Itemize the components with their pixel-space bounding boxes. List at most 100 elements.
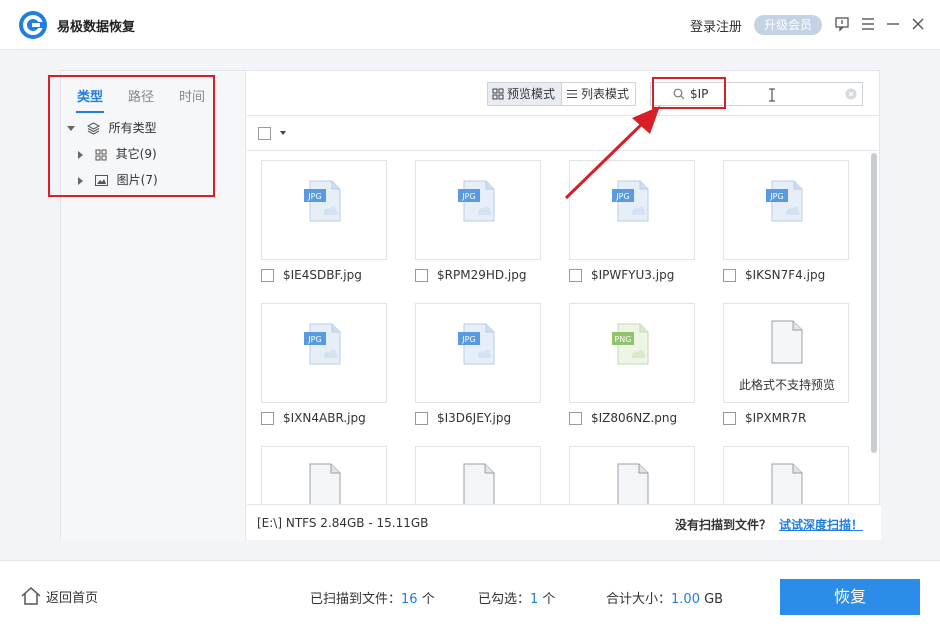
file-name: $IXN4ABR.jpg (283, 411, 366, 425)
menu-icon[interactable] (858, 14, 878, 34)
scanned-count: 已扫描到文件：16 个 (310, 588, 435, 607)
jpg-file-icon: JPG (458, 323, 495, 365)
minimize-icon[interactable] (883, 14, 903, 34)
size-value: 1.00 (671, 592, 700, 607)
preview-unsupported-text: 此格式不支持预览 (738, 378, 835, 392)
file-name: $IPWFYU3.jpg (591, 268, 675, 282)
home-icon (21, 586, 41, 605)
collapse-arrow-icon[interactable] (67, 126, 75, 131)
back-home-label: 返回首页 (46, 590, 99, 606)
checked-label: 已勾选： (478, 592, 531, 607)
expand-arrow-icon[interactable] (78, 150, 83, 159)
back-home-button[interactable]: 返回首页 (20, 585, 98, 607)
generic-file-icon (463, 463, 495, 504)
login-register-link[interactable]: 登录注册 (690, 16, 742, 35)
select-all-checkbox[interactable] (258, 127, 271, 140)
file-checkbox[interactable] (261, 268, 274, 282)
active-tab-indicator (76, 111, 104, 113)
file-checkbox[interactable] (723, 411, 736, 425)
select-dropdown-arrow-icon[interactable] (280, 131, 286, 135)
file-checkbox[interactable] (723, 268, 736, 282)
scanned-label: 已扫描到文件： (310, 592, 402, 607)
category-tabs: 类型 路径 时间 (61, 71, 246, 115)
jpg-file-icon: JPG (766, 180, 803, 222)
file-name: $IKSN7F4.jpg (745, 268, 826, 282)
tab-time[interactable]: 时间 (179, 86, 205, 105)
size-label: 合计大小： (606, 592, 672, 607)
file-thumbnail[interactable] (415, 446, 541, 504)
tab-path[interactable]: 路径 (128, 86, 154, 105)
file-thumbnail[interactable]: 此格式不支持预览 (723, 303, 849, 403)
file-thumbnail[interactable]: JPG (415, 160, 541, 260)
title-bar: 易极数据恢复 登录注册 升级会员 (0, 0, 940, 50)
grid-icon (95, 149, 107, 160)
file-type-label: PNG (614, 335, 631, 344)
tree-item-all-types[interactable]: 所有类型 (67, 119, 157, 137)
size-unit: GB (699, 592, 724, 607)
file-name: $RPM29HD.jpg (437, 268, 527, 282)
search-input[interactable] (690, 85, 840, 103)
total-size: 合计大小：1.00 GB (606, 588, 723, 607)
preview-mode-button[interactable]: 预览模式 (488, 83, 562, 105)
feedback-icon[interactable] (832, 14, 852, 34)
file-name: $I3D6JEY.jpg (437, 411, 512, 425)
grid-view-icon (492, 88, 504, 100)
file-thumbnail[interactable] (261, 446, 387, 504)
file-type-label: JPG (461, 335, 475, 344)
category-sidebar: 类型 路径 时间 所有类型 其它(9) 图片(7) (61, 71, 246, 541)
generic-file-icon (771, 320, 803, 364)
text-cursor-icon (769, 88, 775, 102)
file-checkbox[interactable] (415, 268, 428, 282)
scanned-value: 16 (401, 592, 418, 607)
file-checkbox[interactable] (569, 268, 582, 282)
deep-scan-link[interactable]: 试试深度扫描！ (779, 516, 863, 533)
annotation-arrow-icon (564, 106, 660, 200)
file-grid: JPG $IE4SDBF.jpg JPG $RPM29HD.jpg JPG $I… (247, 152, 867, 504)
app-logo-icon (19, 11, 47, 39)
file-thumbnail[interactable]: JPG (261, 303, 387, 403)
file-thumbnail[interactable]: PNG (569, 303, 695, 403)
file-type-label: JPG (307, 192, 321, 201)
file-thumbnail[interactable] (569, 446, 695, 504)
tree-item-label: 其它(9) (115, 147, 157, 161)
tree-item-images[interactable]: 图片(7) (78, 171, 158, 189)
file-thumbnail[interactable]: JPG (261, 160, 387, 260)
expand-arrow-icon[interactable] (78, 176, 83, 185)
file-label: $IXN4ABR.jpg (261, 411, 366, 425)
generic-file-icon (771, 463, 803, 504)
file-name: $IE4SDBF.jpg (283, 268, 362, 282)
file-checkbox[interactable] (569, 411, 582, 425)
search-box[interactable] (650, 82, 863, 106)
file-thumbnail[interactable]: JPG (415, 303, 541, 403)
no-file-hint: 没有扫描到文件？ (675, 518, 772, 532)
jpg-file-icon: JPG (304, 180, 341, 222)
upgrade-vip-button[interactable]: 升级会员 (754, 15, 822, 35)
file-thumbnail[interactable] (723, 446, 849, 504)
file-label: $IZ806NZ.png (569, 411, 677, 425)
file-type-label: JPG (307, 335, 321, 344)
file-label: $IKSN7F4.jpg (723, 268, 825, 282)
disk-info: [E:\] NTFS 2.84GB - 15.11GB (257, 516, 429, 530)
file-thumbnail[interactable]: JPG (723, 160, 849, 260)
image-icon (94, 175, 108, 186)
checked-count: 已勾选：1 个 (478, 588, 555, 607)
file-label: $IPWFYU3.jpg (569, 268, 674, 282)
file-checkbox[interactable] (261, 411, 274, 425)
tree-item-label: 所有类型 (108, 121, 157, 135)
grid-scrollbar[interactable] (871, 153, 877, 453)
clear-search-icon[interactable] (845, 88, 857, 100)
generic-file-icon (309, 463, 341, 504)
tab-type[interactable]: 类型 (77, 86, 103, 105)
footer: 返回首页 已扫描到文件：16 个 已勾选：1 个 合计大小：1.00 GB 恢复 (0, 560, 940, 630)
png-file-icon: PNG (612, 323, 649, 365)
generic-file-icon (617, 463, 649, 504)
recover-button[interactable]: 恢复 (780, 579, 920, 615)
file-checkbox[interactable] (415, 411, 428, 425)
file-label: $I3D6JEY.jpg (415, 411, 511, 425)
search-icon (673, 88, 685, 100)
checked-unit: 个 (538, 592, 556, 607)
preview-mode-label: 预览模式 (507, 87, 556, 101)
tree-item-other[interactable]: 其它(9) (78, 145, 157, 163)
close-icon[interactable] (908, 14, 928, 34)
app-title: 易极数据恢复 (57, 20, 136, 35)
